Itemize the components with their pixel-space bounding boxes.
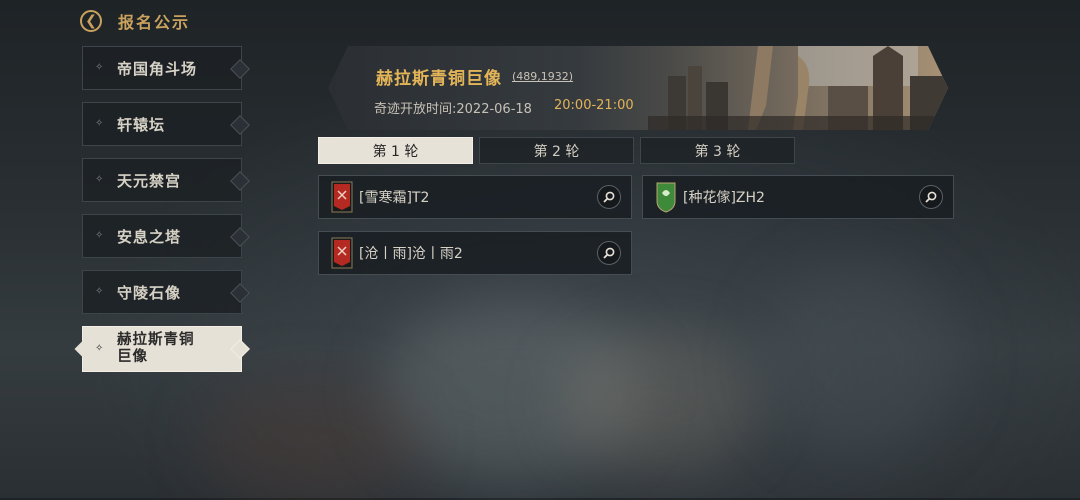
diamond-icon: ✧ [95, 174, 104, 185]
green-guild-shield-icon [656, 182, 676, 213]
diamond-icon: ✧ [95, 286, 104, 297]
list-item[interactable]: [沧丨雨]沧丨雨2 [318, 231, 632, 275]
sidebar-item-label: 守陵石像 [117, 283, 182, 302]
guild-name: [种花傢]ZH2 [683, 190, 765, 206]
open-time-range: 20:00-21:00 [554, 98, 634, 113]
list-item[interactable]: [雪寒霜]T2 [318, 175, 632, 219]
sidebar-item-tianyuan-palace[interactable]: ✧ 天元禁宫 [82, 158, 242, 202]
page-title: 报名公示 [118, 13, 191, 32]
sidebar-item-label: 天元禁宫 [117, 171, 182, 190]
red-guild-flag-icon [331, 181, 353, 213]
sidebar-item-label: 安息之塔 [117, 227, 182, 246]
diamond-icon: ✧ [95, 343, 104, 354]
list-item[interactable]: [种花傢]ZH2 [642, 175, 954, 219]
sidebar-item-label: 轩辕坛 [117, 115, 166, 134]
guild-name: [沧丨雨]沧丨雨2 [359, 246, 463, 262]
sidebar-item-xuanyuan-altar[interactable]: ✧ 轩辕坛 [82, 102, 242, 146]
diamond-icon: ✧ [95, 230, 104, 241]
round-tabs: 第 1 轮 第 2 轮 第 3 轮 [318, 137, 795, 164]
tab-round-3[interactable]: 第 3 轮 [640, 137, 795, 164]
open-time-label: 奇迹开放时间:2022-06-18 [374, 102, 532, 117]
page-header: ❮ 报名公示 [80, 8, 190, 34]
wonder-coordinates-link[interactable]: (489,1932) [512, 70, 573, 83]
sidebar-item-bronze-colossus[interactable]: ✧ 赫拉斯青铜巨像 [82, 326, 242, 372]
sidebar-item-tomb-statue[interactable]: ✧ 守陵石像 [82, 270, 242, 314]
colossus-artwork [648, 46, 948, 130]
search-icon[interactable] [597, 185, 621, 209]
sidebar-item-label: 赫拉斯青铜巨像 [117, 332, 195, 365]
diamond-icon: ✧ [95, 118, 104, 129]
back-arrow-icon[interactable]: ❮ [80, 10, 102, 32]
wonder-banner: 赫拉斯青铜巨像 (489,1932) 奇迹开放时间:2022-06-18 20:… [328, 46, 948, 130]
sidebar-item-colosseum[interactable]: ✧ 帝国角斗场 [82, 46, 242, 90]
red-guild-flag-icon [331, 237, 353, 269]
tab-round-2[interactable]: 第 2 轮 [479, 137, 634, 164]
diamond-icon: ✧ [95, 62, 104, 73]
guild-name: [雪寒霜]T2 [359, 190, 430, 206]
sidebar-item-label: 帝国角斗场 [117, 59, 198, 78]
wonder-title: 赫拉斯青铜巨像 [376, 69, 502, 89]
sidebar-item-repose-tower[interactable]: ✧ 安息之塔 [82, 214, 242, 258]
tab-round-1[interactable]: 第 1 轮 [318, 137, 473, 164]
search-icon[interactable] [597, 241, 621, 265]
wonder-sidebar: ✧ 帝国角斗场 ✧ 轩辕坛 ✧ 天元禁宫 ✧ 安息之塔 ✧ 守陵石像 ✧ 赫拉斯… [82, 46, 242, 384]
search-icon[interactable] [919, 185, 943, 209]
